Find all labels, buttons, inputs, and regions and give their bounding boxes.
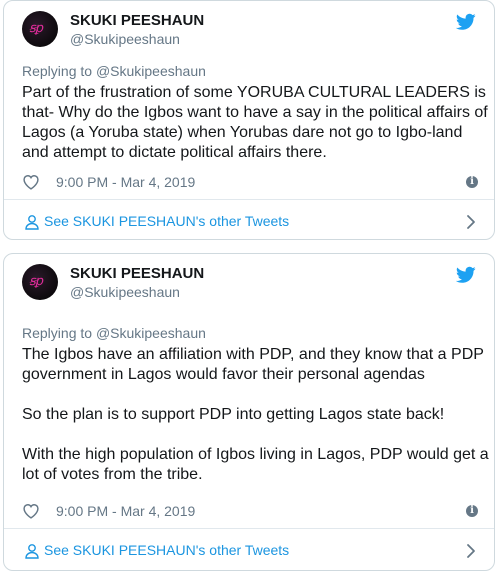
author-handle[interactable]: @Skukipeeshaun [70, 31, 180, 47]
replying-to-handle[interactable]: @Skukipeeshaun [96, 325, 206, 341]
tweet-timestamp[interactable]: 9:00 PM - Mar 4, 2019 [56, 174, 195, 190]
author-handle[interactable]: @Skukipeeshaun [70, 284, 180, 300]
avatar[interactable]: ꞩꝑ [22, 11, 58, 47]
tweet-meta-row: 9:00 PM - Mar 4, 2019 i [22, 173, 478, 191]
tweet-text: The Igbos have an affiliation with PDP, … [22, 345, 492, 485]
twitter-bird-icon[interactable] [456, 266, 476, 284]
person-icon [25, 215, 39, 230]
see-other-tweets-link[interactable]: See SKUKI PEESHAUN's other Tweets [4, 529, 494, 570]
replying-to-line: Replying to @Skukipeeshaun [22, 63, 206, 79]
twitter-bird-icon[interactable] [456, 13, 476, 31]
replying-to-handle[interactable]: @Skukipeeshaun [96, 63, 206, 79]
heart-icon[interactable] [22, 503, 40, 519]
heart-icon[interactable] [22, 174, 40, 190]
person-icon [25, 544, 39, 559]
tweet-paragraph: With the high population of Igbos living… [22, 446, 489, 483]
tweet-timestamp[interactable]: 9:00 PM - Mar 4, 2019 [56, 503, 195, 519]
chevron-right-icon[interactable] [466, 543, 476, 559]
info-icon[interactable]: i [466, 176, 478, 188]
tweet-paragraph: So the plan is to support PDP into getti… [22, 406, 445, 423]
tweet-meta-row: 9:00 PM - Mar 4, 2019 i [22, 502, 478, 520]
avatar-logo-icon: ꞩꝑ [29, 21, 43, 36]
author-display-name[interactable]: SKUKI PEESHAUN [70, 12, 204, 29]
replying-to-prefix: Replying to [22, 63, 93, 79]
tweet-header: ꞩꝑ SKUKI PEESHAUN @Skukipeeshaun [22, 11, 480, 51]
tweet-text: Part of the frustration of some YORUBA C… [22, 83, 492, 163]
tweet-card[interactable]: ꞩꝑ SKUKI PEESHAUN @Skukipeeshaun Replyin… [3, 0, 495, 240]
see-other-tweets-link[interactable]: See SKUKI PEESHAUN's other Tweets [4, 200, 494, 239]
see-other-tweets-label[interactable]: See SKUKI PEESHAUN's other Tweets [44, 542, 289, 558]
tweet-card[interactable]: ꞩꝑ SKUKI PEESHAUN @Skukipeeshaun Replyin… [3, 253, 495, 571]
see-other-tweets-label[interactable]: See SKUKI PEESHAUN's other Tweets [44, 213, 289, 229]
tweet-paragraph: The Igbos have an affiliation with PDP, … [22, 346, 484, 383]
replying-to-prefix: Replying to [22, 325, 93, 341]
tweet-header: ꞩꝑ SKUKI PEESHAUN @Skukipeeshaun [22, 264, 480, 304]
avatar[interactable]: ꞩꝑ [22, 264, 58, 300]
tweet-paragraph: Part of the frustration of some YORUBA C… [22, 84, 488, 161]
info-icon[interactable]: i [466, 505, 478, 517]
replying-to-line: Replying to @Skukipeeshaun [22, 325, 206, 341]
author-display-name[interactable]: SKUKI PEESHAUN [70, 265, 204, 282]
chevron-right-icon[interactable] [466, 214, 476, 230]
avatar-logo-icon: ꞩꝑ [29, 274, 43, 289]
